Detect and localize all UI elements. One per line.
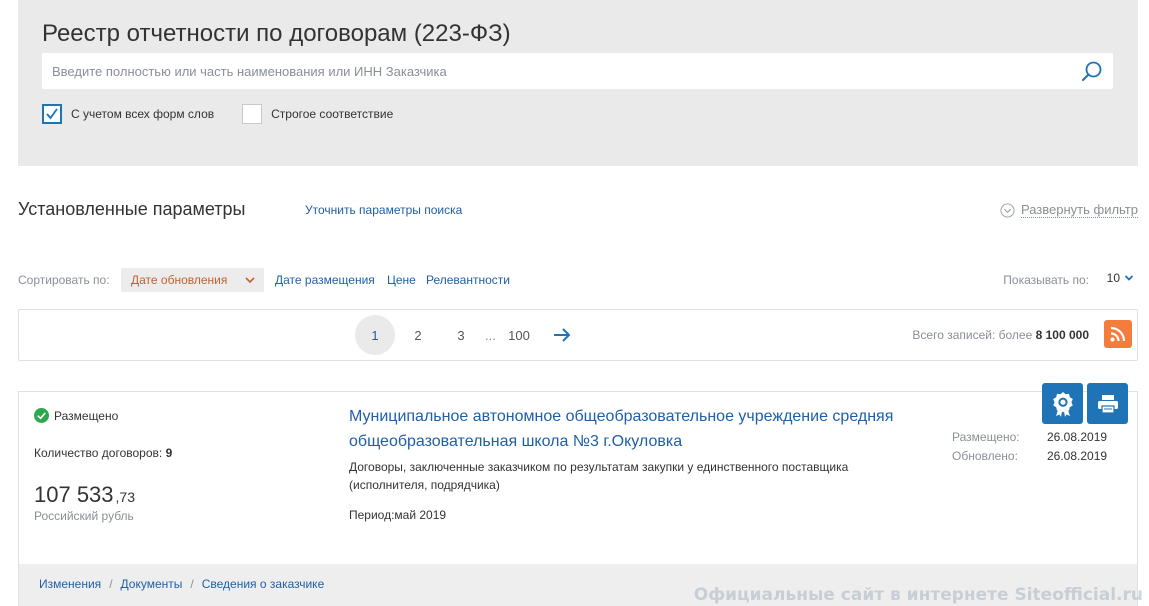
status-badge: Размещено xyxy=(34,408,118,423)
search-input[interactable] xyxy=(42,53,1062,89)
award-icon xyxy=(1052,391,1073,417)
page-1-button[interactable]: 1 xyxy=(355,315,395,355)
currency-label: Российский рубль xyxy=(34,509,134,523)
page-last-button[interactable]: 100 xyxy=(499,315,539,355)
arrow-right-icon xyxy=(554,328,571,342)
rss-button[interactable] xyxy=(1104,320,1132,348)
search-panel: Реестр отчетности по договорам (223-ФЗ) … xyxy=(18,0,1138,166)
refine-search-link[interactable]: Уточнить параметры поиска xyxy=(305,203,462,217)
circle-chevron-icon xyxy=(1000,202,1015,218)
print-icon xyxy=(1097,394,1118,414)
page-size-label: Показывать по: xyxy=(1003,273,1089,287)
contract-amount: 107 533,73 xyxy=(34,482,135,508)
report-description: Договоры, заключенные заказчиком по резу… xyxy=(349,460,849,492)
expand-filter-label: Развернуть фильтр xyxy=(1020,202,1138,218)
pagination: 1 2 3 ... 100 Всего записей: более 8 100… xyxy=(18,309,1138,361)
customer-name-link[interactable]: Муниципальное автономное общеобразовател… xyxy=(349,404,919,454)
contracts-count-label: Количество договоров: xyxy=(34,446,163,460)
contracts-count: Количество договоров: 9 xyxy=(34,446,172,460)
sort-by-price[interactable]: Цене xyxy=(387,273,416,287)
status-text: Размещено xyxy=(54,408,119,423)
sort-row: Сортировать по: Дате обновления Дате раз… xyxy=(18,268,1138,292)
expand-filter-toggle[interactable]: Развернуть фильтр xyxy=(1000,202,1138,218)
placed-date-label: Размещено: xyxy=(952,430,1020,444)
search-button[interactable] xyxy=(1079,58,1105,84)
documents-link[interactable]: Документы xyxy=(121,577,183,591)
rss-icon xyxy=(1110,326,1126,342)
pagination-ellipsis: ... xyxy=(485,328,496,343)
watermark-text: Официальные сайт в интернете Siteofficia… xyxy=(693,585,1143,605)
placed-date-value: 26.08.2019 xyxy=(1047,430,1108,444)
sort-label: Сортировать по: xyxy=(18,273,110,287)
strict-match-checkbox[interactable] xyxy=(242,104,263,124)
print-button[interactable] xyxy=(1087,383,1128,424)
total-records: Всего записей: более 8 100 000 xyxy=(912,328,1089,342)
result-card: Размещено Количество договоров: 9 107 53… xyxy=(18,383,1138,606)
sort-selected-value: Дате обновления xyxy=(131,273,228,287)
page-title: Реестр отчетности по договорам (223-ФЗ) xyxy=(42,20,511,47)
amount-fraction: ,73 xyxy=(115,489,135,505)
checkmark-icon xyxy=(46,108,58,120)
award-button[interactable] xyxy=(1042,383,1083,424)
sort-by-placement-date[interactable]: Дате размещения xyxy=(275,273,375,287)
updated-date-value: 26.08.2019 xyxy=(1047,449,1108,463)
total-records-value: 8 100 000 xyxy=(1035,328,1089,342)
params-title: Установленные параметры xyxy=(18,199,246,219)
all-word-forms-checkbox[interactable] xyxy=(42,104,62,124)
strict-match-label: Строгое соответствие xyxy=(271,107,394,121)
page-2-button[interactable]: 2 xyxy=(398,315,438,355)
changes-link[interactable]: Изменения xyxy=(39,577,101,591)
card-links: Изменения / Документы / Сведения о заказ… xyxy=(39,577,324,591)
sort-select[interactable]: Дате обновления xyxy=(121,268,264,292)
page-size-value: 10 xyxy=(1106,271,1120,285)
search-box xyxy=(42,53,1113,89)
sort-by-relevance[interactable]: Релевантности xyxy=(426,273,510,287)
page-size-select[interactable]: 10 xyxy=(1107,271,1134,285)
total-records-label: Всего записей: более xyxy=(912,328,1033,342)
link-separator: / xyxy=(190,577,194,591)
next-page-button[interactable] xyxy=(552,325,572,350)
chevron-down-icon xyxy=(245,277,255,284)
page-3-button[interactable]: 3 xyxy=(441,315,481,355)
link-separator: / xyxy=(109,577,113,591)
check-circle-icon xyxy=(34,408,49,423)
customer-info-link[interactable]: Сведения о заказчике xyxy=(202,577,325,591)
contracts-count-value: 9 xyxy=(165,446,173,460)
search-options: С учетом всех форм слов Строгое соответс… xyxy=(42,104,393,124)
search-icon xyxy=(1082,61,1102,81)
updated-date-label: Обновлено: xyxy=(952,449,1018,463)
all-word-forms-label: С учетом всех форм слов xyxy=(71,107,215,121)
report-period: Период:май 2019 xyxy=(349,508,447,522)
chevron-down-icon xyxy=(1124,275,1134,281)
amount-integer: 107 533 xyxy=(34,482,114,507)
